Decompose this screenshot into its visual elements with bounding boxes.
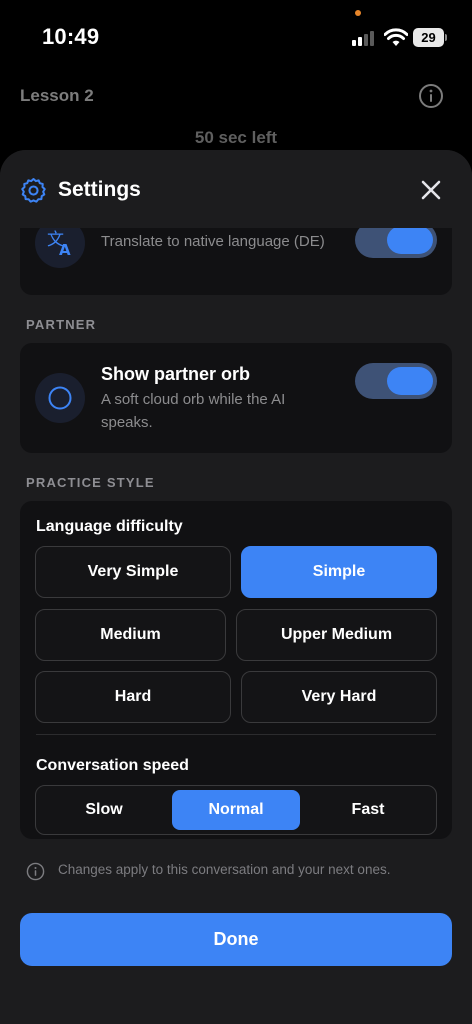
translate-subtitle: Translate to native language (DE) <box>101 233 325 250</box>
speed-option-slow[interactable]: Slow <box>40 790 168 830</box>
cellular-signal-icon <box>352 30 378 46</box>
lesson-header: Lesson 2 50 sec left <box>0 70 472 160</box>
difficulty-option-hard[interactable]: Hard <box>35 671 231 723</box>
difficulty-option-very-simple[interactable]: Very Simple <box>35 546 231 598</box>
info-icon <box>26 862 45 881</box>
time-left-label: 50 sec left <box>194 128 278 147</box>
partner-orb-subtitle: A soft cloud orb while the AI speaks. <box>101 391 286 431</box>
settings-note: Changes apply to this conversation and y… <box>26 860 446 882</box>
sheet-title: Settings <box>58 178 141 201</box>
orb-icon <box>48 386 72 410</box>
wifi-icon <box>384 28 408 46</box>
practice-style-card: Language difficulty Very Simple Simple M… <box>20 501 452 839</box>
battery-icon: 29 <box>413 28 447 47</box>
speed-option-normal[interactable]: Normal <box>172 790 300 830</box>
mic-indicator-dot <box>355 10 361 16</box>
speed-segmented-control: Slow Normal Fast <box>35 785 437 835</box>
speed-option-fast[interactable]: Fast <box>304 790 432 830</box>
partner-section-label: PARTNER <box>26 317 97 332</box>
sheet-header: Settings <box>0 150 472 228</box>
difficulty-option-upper-medium[interactable]: Upper Medium <box>236 609 437 661</box>
difficulty-label: Language difficulty <box>36 518 183 535</box>
difficulty-option-very-hard[interactable]: Very Hard <box>241 671 437 723</box>
done-button[interactable]: Done <box>20 913 452 966</box>
svg-text:A: A <box>59 241 71 259</box>
note-text: Changes apply to this conversation and y… <box>58 862 391 877</box>
close-icon[interactable] <box>419 178 443 202</box>
difficulty-option-simple[interactable]: Simple <box>241 546 437 598</box>
partner-card: Show partner orb A soft cloud orb while … <box>20 343 452 453</box>
speed-label: Conversation speed <box>36 757 189 774</box>
info-icon[interactable] <box>418 83 444 109</box>
settings-sheet: Settings 文 A Translate to native languag… <box>0 150 472 1024</box>
battery-level: 29 <box>413 28 444 47</box>
lesson-title: Lesson 2 <box>20 86 94 105</box>
gear-icon <box>21 178 46 203</box>
orb-icon-circle <box>35 373 85 423</box>
status-bar: 10:49 29 <box>0 0 472 70</box>
partner-orb-toggle[interactable] <box>355 363 437 399</box>
partner-orb-title: Show partner orb <box>101 364 251 384</box>
divider <box>36 734 436 735</box>
practice-section-label: PRACTICE STYLE <box>26 475 155 490</box>
difficulty-option-medium[interactable]: Medium <box>35 609 226 661</box>
status-time: 10:49 <box>42 24 100 49</box>
